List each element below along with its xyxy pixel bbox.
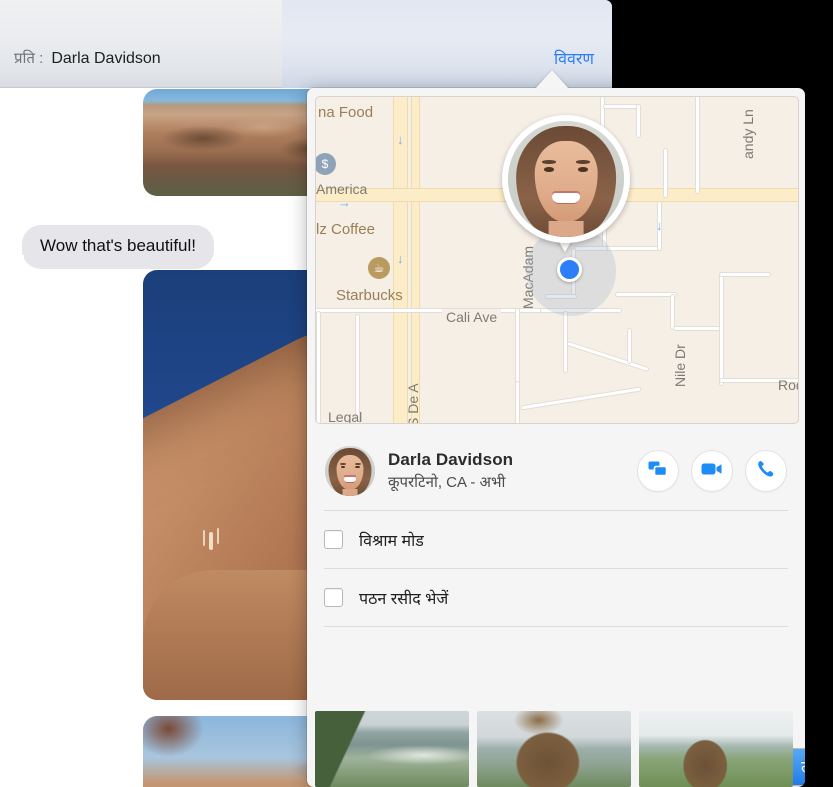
contact-avatar-brow-left	[340, 463, 346, 465]
map-road-k	[664, 149, 667, 197]
map-road-s	[671, 295, 674, 329]
map-road-u	[720, 273, 723, 385]
contact-location-time: कूपरटिनो, CA - अभी	[388, 472, 637, 492]
avatar-brow-right	[576, 160, 590, 163]
location-map[interactable]: na Food America lz Coffee Starbucks Cali…	[315, 96, 799, 424]
map-road-c	[356, 315, 359, 424]
contact-summary-row: Darla Davidson कूपरटिनो, CA - अभी	[307, 432, 805, 510]
map-label-rod: Rod	[778, 377, 799, 393]
details-popover: na Food America lz Coffee Starbucks Cali…	[307, 88, 805, 787]
map-road-a	[315, 309, 542, 312]
thumbnail-child-on-bluff[interactable]	[639, 711, 793, 787]
map-road-f	[564, 312, 567, 372]
avatar-eye-right	[578, 167, 588, 172]
contact-map-marker-avatar[interactable]	[502, 115, 630, 243]
contact-avatar-brow-right	[355, 463, 361, 465]
map-label-legal: Legal	[328, 409, 362, 424]
avatar-face-image	[508, 121, 624, 237]
avatar-mouth	[552, 193, 580, 203]
avatar-brow-left	[542, 160, 556, 163]
phone-icon	[757, 460, 775, 483]
video-camera-icon	[701, 462, 723, 481]
contact-avatar-image	[325, 446, 375, 496]
contact-name: Darla Davidson	[388, 450, 637, 470]
option-row-do-not-disturb[interactable]: विश्राम मोड	[324, 511, 788, 568]
thumbnail-coastal-trail[interactable]	[315, 711, 469, 787]
audio-call-button[interactable]	[745, 450, 787, 492]
map-arrow-down-1: ↓	[397, 133, 404, 146]
video-call-button[interactable]	[691, 450, 733, 492]
map-road-z	[628, 329, 631, 363]
contact-avatar-mouth	[344, 477, 356, 482]
contact-avatar[interactable]	[325, 446, 375, 496]
map-road-i	[637, 105, 640, 137]
map-label-starbucks: Starbucks	[336, 287, 403, 304]
map-label-nile-dr: Nile Dr	[672, 344, 688, 387]
map-label-lz-coffee: lz Coffee	[316, 221, 375, 238]
attachment-thumbnail-grid	[315, 711, 805, 787]
map-road-vertical-main-2	[412, 96, 419, 424]
map-road-r	[616, 293, 676, 296]
screen-share-icon	[648, 461, 668, 482]
map-road-m	[603, 247, 661, 250]
read-receipts-checkbox[interactable]	[324, 588, 343, 607]
to-field-row: प्रति : Darla Davidson	[14, 48, 161, 68]
window-titlebar: प्रति : Darla Davidson विवरण	[0, 0, 612, 88]
map-road-v	[720, 273, 770, 276]
starbucks-poi-icon: ☕	[368, 257, 390, 279]
map-label-andy-ln: andy Ln	[740, 109, 756, 159]
to-recipient[interactable]: Darla Davidson	[51, 50, 160, 68]
climber-figure	[209, 532, 213, 550]
screen-share-button[interactable]	[637, 450, 679, 492]
contact-action-buttons	[637, 450, 787, 492]
popover-arrow	[535, 70, 569, 89]
message-bubble-incoming[interactable]: Wow that's beautiful!	[22, 225, 214, 269]
map-label-na-food: na Food	[318, 104, 373, 121]
contact-avatar-neck	[343, 489, 358, 496]
do-not-disturb-label: विश्राम मोड	[359, 529, 424, 551]
option-row-read-receipts[interactable]: पठन रसीद भेजें	[324, 569, 788, 626]
contact-text-block: Darla Davidson कूपरटिनो, CA - अभी	[388, 450, 637, 492]
contact-avatar-eye-left	[341, 466, 346, 468]
location-dot	[557, 257, 582, 282]
map-road-j	[696, 96, 699, 193]
do-not-disturb-checkbox[interactable]	[324, 530, 343, 549]
map-road-aa	[522, 388, 641, 410]
avatar-neck	[549, 221, 584, 237]
map-road-y	[516, 382, 519, 424]
map-arrow-right-1: →	[338, 196, 351, 209]
thumbnail-girl-windblown-hair[interactable]	[477, 711, 631, 787]
bank-poi-icon: $	[315, 153, 336, 175]
details-button[interactable]: विवरण	[554, 47, 594, 69]
map-label-cali-ave: Cali Ave	[442, 309, 501, 325]
map-label-s-de-a: S De A	[405, 383, 421, 424]
map-road-t	[674, 327, 722, 330]
contact-avatar-eye-right	[355, 466, 360, 468]
map-road-h	[604, 105, 640, 108]
map-road-b	[317, 312, 320, 424]
to-label: प्रति :	[14, 48, 43, 68]
read-receipts-label: पठन रसीद भेजें	[359, 587, 448, 609]
divider-below-options	[324, 626, 788, 627]
map-arrow-down-3: ↓	[656, 219, 663, 232]
map-arrow-down-2: ↓	[397, 252, 404, 265]
map-road-x	[568, 342, 649, 371]
